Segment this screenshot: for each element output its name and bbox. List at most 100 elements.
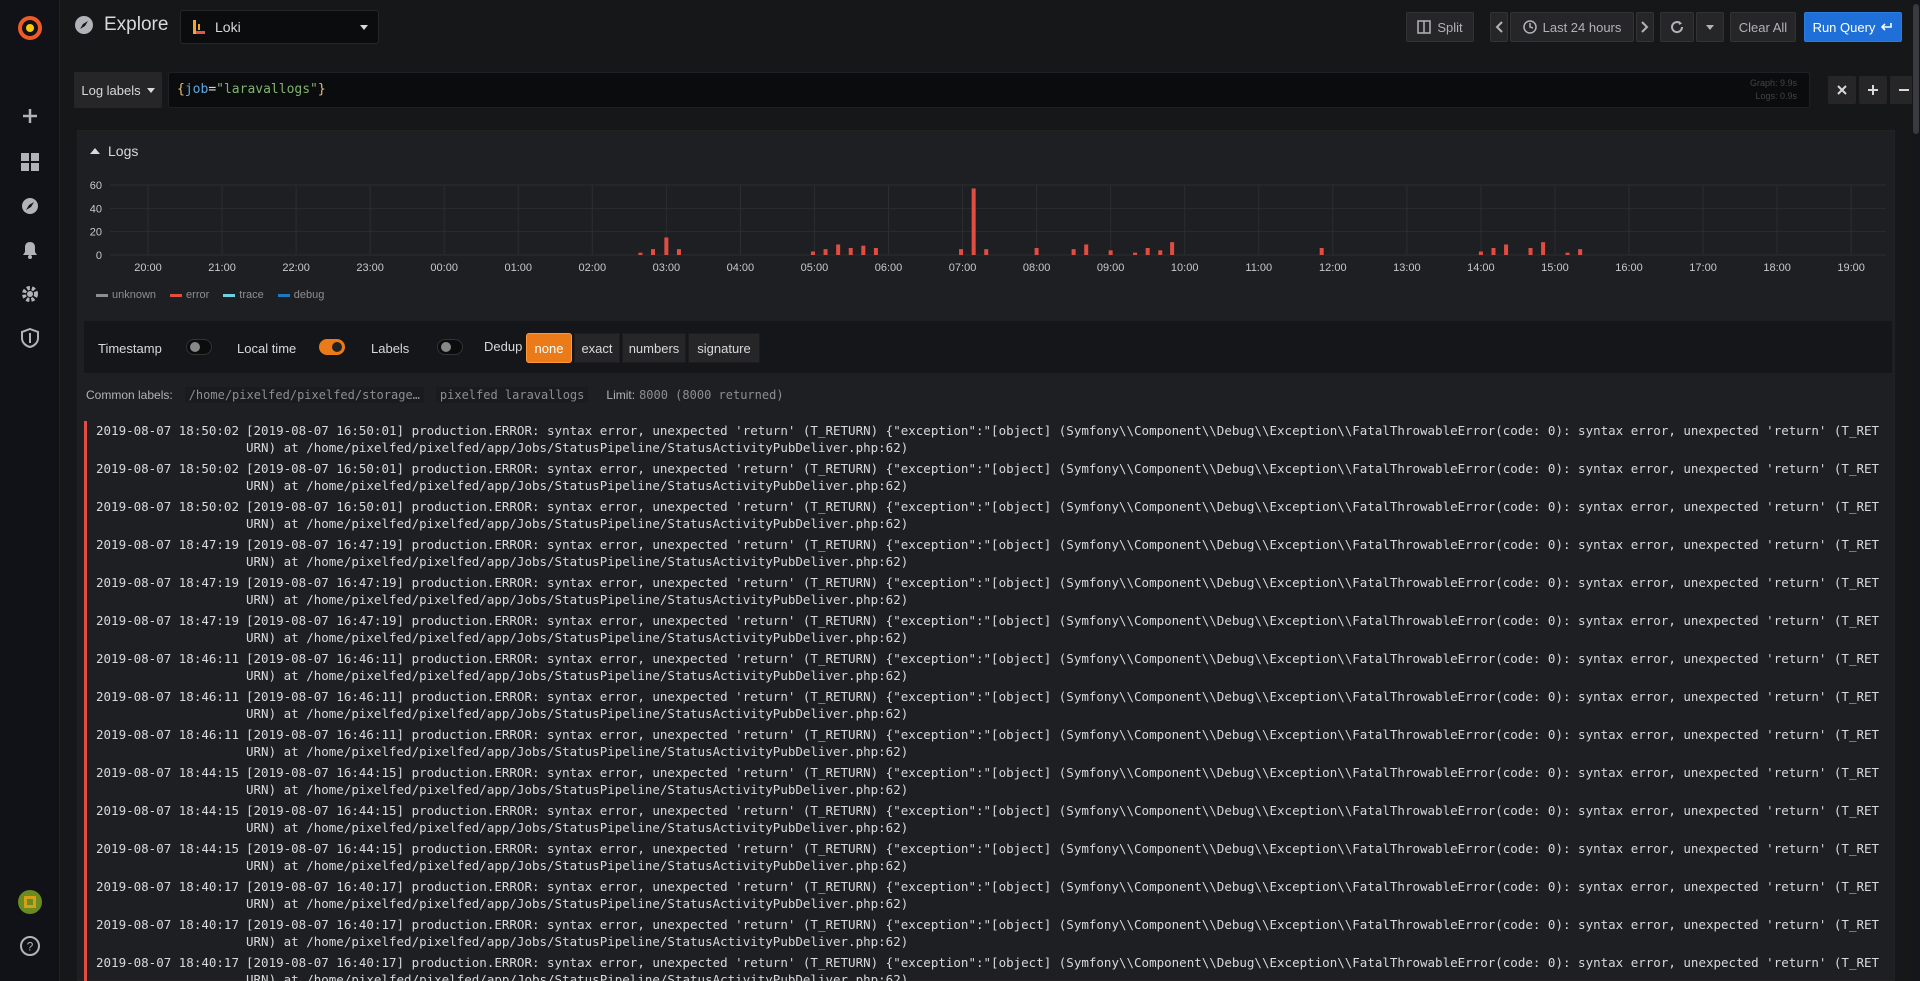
- log-row[interactable]: 2019-08-07 18:50:02 [2019-08-07 16:50:01]…: [84, 421, 1892, 459]
- chart-bar: [638, 252, 643, 255]
- plus-icon[interactable]: [0, 96, 60, 136]
- log-row[interactable]: 2019-08-07 18:40:17 [2019-08-07 16:40:17]…: [84, 877, 1892, 915]
- chevron-right-icon: [1641, 21, 1649, 33]
- gear-icon[interactable]: [0, 274, 60, 314]
- legend-item[interactable]: error: [170, 289, 209, 301]
- chart-x-tick-label: 09:00: [1097, 262, 1125, 274]
- legend-swatch: [170, 293, 183, 297]
- query-input[interactable]: {job="laravallogs"} Graph: 9.9s Logs: 0.…: [168, 72, 1810, 108]
- log-row[interactable]: 2019-08-07 18:40:17 [2019-08-07 16:40:17]…: [84, 953, 1892, 981]
- log-row[interactable]: 2019-08-07 18:46:11 [2019-08-07 16:46:11]…: [84, 687, 1892, 725]
- log-row[interactable]: 2019-08-07 18:44:15 [2019-08-07 16:44:15]…: [84, 763, 1892, 801]
- grafana-logo-icon[interactable]: [0, 8, 60, 48]
- query-timing-logs: Logs: 0.9s: [1755, 91, 1797, 101]
- dashboards-icon[interactable]: [0, 142, 60, 182]
- chart-x-tick-label: 14:00: [1467, 262, 1495, 274]
- legend-label: unknown: [112, 289, 157, 301]
- chart-bar: [651, 249, 656, 255]
- log-row[interactable]: 2019-08-07 18:50:02 [2019-08-07 16:50:01]…: [84, 497, 1892, 535]
- chart-x-tick-label: 04:00: [727, 262, 755, 274]
- query-label-value: "laravallogs": [216, 82, 318, 97]
- chart-bar: [848, 248, 853, 255]
- log-row-message: [2019-08-07 16:44:15] production.ERROR: …: [246, 803, 1880, 835]
- chart-bar: [873, 248, 878, 255]
- log-row-message: [2019-08-07 16:40:17] production.ERROR: …: [246, 917, 1880, 949]
- labels-toggle[interactable]: [437, 339, 463, 355]
- query-timing-graph: Graph: 9.9s: [1749, 78, 1797, 88]
- log-row-timestamp: 2019-08-07 18:46:11: [96, 651, 239, 666]
- explore-icon[interactable]: [0, 186, 60, 226]
- log-row[interactable]: 2019-08-07 18:44:15 [2019-08-07 16:44:15]…: [84, 801, 1892, 839]
- dedup-signature-button[interactable]: signature: [688, 333, 760, 363]
- log-row[interactable]: 2019-08-07 18:44:15 [2019-08-07 16:44:15]…: [84, 839, 1892, 877]
- log-row-message: [2019-08-07 16:44:15] production.ERROR: …: [246, 765, 1880, 797]
- chart-bar: [823, 249, 828, 255]
- refresh-button[interactable]: [1660, 12, 1694, 42]
- chart-x-tick-label: 15:00: [1541, 262, 1569, 274]
- run-query-button[interactable]: Run Query: [1804, 12, 1902, 42]
- clear-all-button[interactable]: Clear All: [1730, 12, 1796, 42]
- chart-bar: [1578, 249, 1583, 255]
- log-row[interactable]: 2019-08-07 18:40:17 [2019-08-07 16:40:17]…: [84, 915, 1892, 953]
- log-row-timestamp: 2019-08-07 18:44:15: [96, 841, 239, 856]
- log-row-timestamp: 2019-08-07 18:47:19: [96, 575, 239, 590]
- limit-value: 8000 (8000 returned): [639, 388, 784, 402]
- shield-icon[interactable]: [0, 318, 60, 358]
- alerting-bell-icon[interactable]: [0, 230, 60, 270]
- scrollbar[interactable]: [1912, 0, 1920, 981]
- chart-bar: [1319, 248, 1324, 255]
- help-icon[interactable]: ?: [0, 926, 60, 966]
- log-row[interactable]: 2019-08-07 18:46:11 [2019-08-07 16:46:11]…: [84, 725, 1892, 763]
- time-picker-button[interactable]: Last 24 hours: [1510, 12, 1634, 42]
- labels-label: Labels: [371, 341, 410, 356]
- common-label-chip: /home/pixelfed/pixelfed/storage…: [184, 387, 424, 403]
- page-title: Explore: [74, 14, 168, 36]
- log-row-timestamp: 2019-08-07 18:40:17: [96, 955, 239, 970]
- log-row[interactable]: 2019-08-07 18:47:19 [2019-08-07 16:47:19]…: [84, 611, 1892, 649]
- toggle-knob: [332, 342, 342, 352]
- legend-swatch: [223, 293, 236, 297]
- avatar[interactable]: [0, 882, 60, 922]
- chart-y-tick-label: 60: [90, 180, 102, 192]
- chart-x-tick-label: 03:00: [653, 262, 681, 274]
- common-label-chip: pixelfed laravallogs: [435, 387, 589, 403]
- legend-item[interactable]: unknown: [96, 289, 156, 301]
- enter-icon: [1881, 23, 1893, 31]
- time-forward-button[interactable]: [1636, 12, 1654, 42]
- chart-bar: [971, 188, 976, 255]
- chart-x-tick-label: 05:00: [801, 262, 829, 274]
- split-button[interactable]: Split: [1406, 12, 1474, 42]
- svg-text:?: ?: [27, 940, 34, 954]
- chart-bar: [861, 245, 866, 255]
- query-operator: =: [208, 82, 217, 97]
- log-row[interactable]: 2019-08-07 18:46:11 [2019-08-07 16:46:11]…: [84, 649, 1892, 687]
- log-row[interactable]: 2019-08-07 18:47:19 [2019-08-07 16:47:19]…: [84, 573, 1892, 611]
- add-query-button[interactable]: [1859, 76, 1887, 104]
- timestamp-toggle[interactable]: [186, 339, 212, 355]
- dedup-exact-button[interactable]: exact: [574, 333, 620, 363]
- log-row-timestamp: 2019-08-07 18:47:19: [96, 537, 239, 552]
- legend-item[interactable]: debug: [277, 289, 324, 301]
- clear-query-button[interactable]: [1828, 76, 1856, 104]
- scrollbar-thumb[interactable]: [1913, 4, 1919, 134]
- log-row[interactable]: 2019-08-07 18:47:19 [2019-08-07 16:47:19]…: [84, 535, 1892, 573]
- local-time-toggle[interactable]: [319, 339, 345, 355]
- log-row[interactable]: 2019-08-07 18:50:02 [2019-08-07 16:50:01]…: [84, 459, 1892, 497]
- run-query-label: Run Query: [1812, 19, 1876, 35]
- datasource-picker[interactable]: Loki: [180, 10, 379, 44]
- chart-x-tick-label: 06:00: [875, 262, 903, 274]
- dedup-none-button[interactable]: none: [526, 333, 572, 363]
- log-row-message: [2019-08-07 16:40:17] production.ERROR: …: [246, 879, 1880, 911]
- log-volume-chart: 0 20 40 60 20:00 21:00 22:00 23:00 00:00 01:00 02:…: [78, 177, 1896, 297]
- logs-panel-toggle[interactable]: Logs: [90, 143, 138, 159]
- legend-swatch: [277, 293, 290, 297]
- time-range-label: Last 24 hours: [1542, 19, 1622, 35]
- time-back-button[interactable]: [1490, 12, 1508, 42]
- chevron-down-icon: [360, 25, 368, 30]
- refresh-interval-dropdown[interactable]: [1696, 12, 1724, 42]
- log-labels-button[interactable]: Log labels: [74, 72, 162, 108]
- legend-item[interactable]: trace: [223, 289, 264, 301]
- dedup-numbers-button[interactable]: numbers: [622, 333, 686, 363]
- chart-x-tick-label: 17:00: [1689, 262, 1717, 274]
- log-row-message: [2019-08-07 16:46:11] production.ERROR: …: [246, 727, 1880, 759]
